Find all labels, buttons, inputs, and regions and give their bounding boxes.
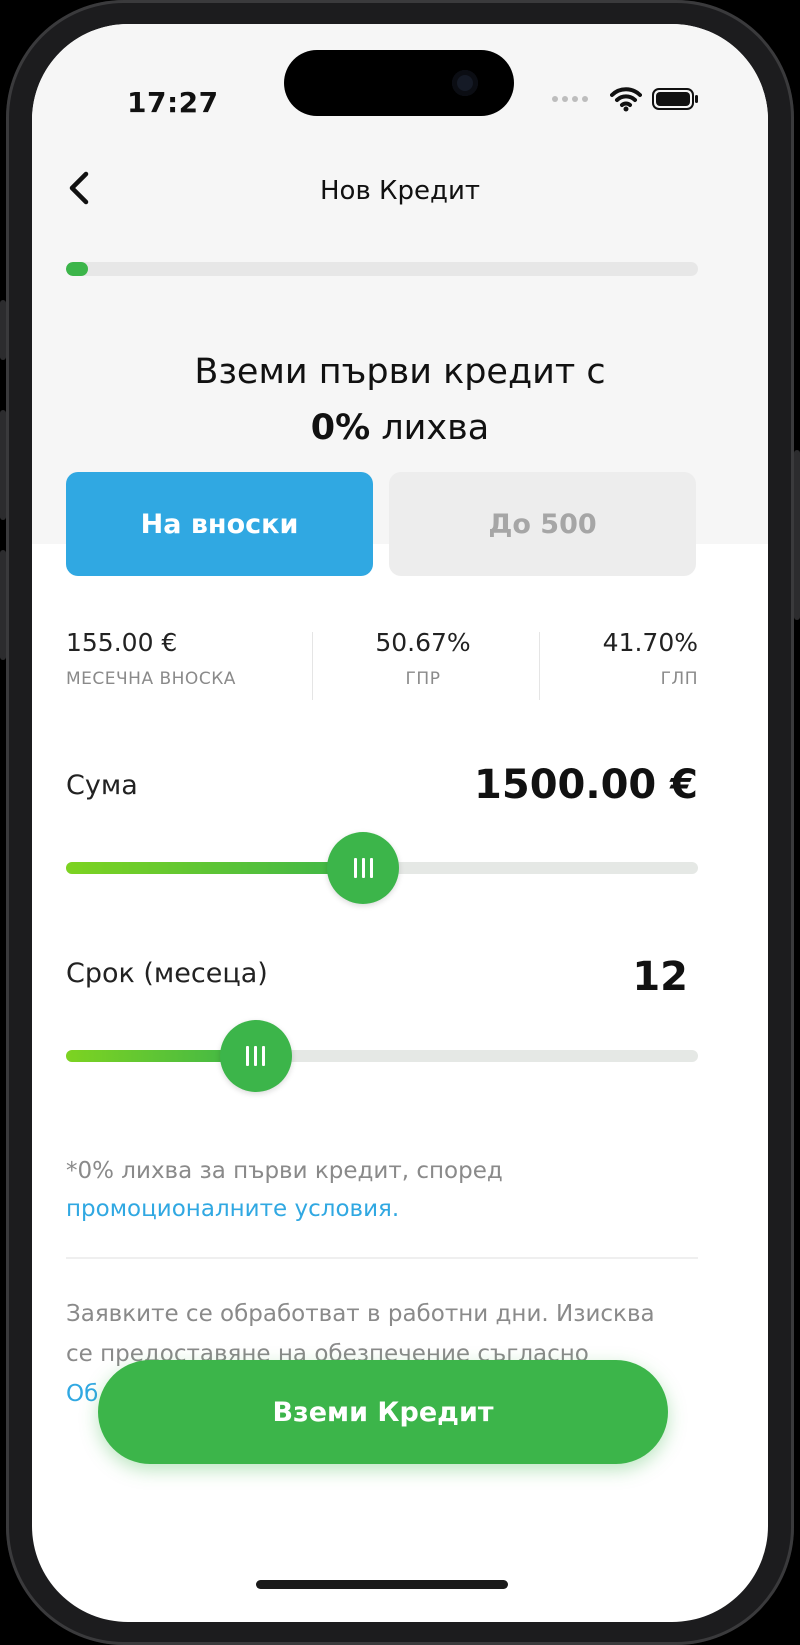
term-slider-thumb[interactable] <box>219 1020 292 1092</box>
promo-note: *0% лихва за първи кредит, според промоц… <box>66 1152 716 1228</box>
info-line-1: Заявките се обработват в работни дни. Из… <box>66 1301 655 1327</box>
term-slider[interactable] <box>66 1020 698 1092</box>
stat-label: ГЛП <box>660 669 698 689</box>
screen: 17:27 Нов Кредит Вземи първи кредит с 0%… <box>32 24 768 1622</box>
headline: Вземи първи кредит с 0% лихва <box>32 344 768 456</box>
page-title: Нов Кредит <box>319 176 481 206</box>
amount-slider-fill <box>66 862 364 874</box>
stat-value: 155.00 € <box>66 628 178 657</box>
camera-icon <box>452 70 478 96</box>
side-button-left-1 <box>0 300 6 360</box>
amount-value: 1500.00 € <box>474 762 698 808</box>
tab-up-to-500[interactable]: До 500 <box>389 472 696 576</box>
stat-label: ГПР <box>405 669 441 689</box>
stat-interest-rate: 41.70% ГЛП <box>603 628 698 708</box>
term-label: Срок (месеца) <box>66 958 268 989</box>
headline-rest: лихва <box>370 408 490 448</box>
promo-note-text: *0% лихва за първи кредит, според <box>66 1158 503 1184</box>
tab-installments[interactable]: На вноски <box>66 472 373 576</box>
grip-icon <box>353 858 373 878</box>
term-value: 12 <box>632 954 688 1000</box>
promo-terms-link[interactable]: промоционалните условия. <box>66 1196 399 1222</box>
battery-icon <box>652 88 698 110</box>
headline-line2: 0% лихва <box>32 400 768 456</box>
status-icons <box>552 84 712 114</box>
stat-value: 41.70% <box>602 628 698 657</box>
progress-bar <box>66 262 698 276</box>
side-button-left-3 <box>0 550 6 660</box>
status-time: 17:27 <box>127 86 219 119</box>
headline-line1: Вземи първи кредит с <box>194 352 606 392</box>
stat-value: 50.67% <box>375 628 471 657</box>
stat-monthly-payment: 155.00 € МЕСЕЧНА ВНОСКА <box>66 628 236 708</box>
dynamic-island <box>284 50 514 116</box>
stat-apr: 50.67% ГПР <box>312 628 534 708</box>
wifi-icon <box>610 87 642 112</box>
amount-label: Сума <box>66 770 138 801</box>
side-button-left-2 <box>0 410 6 520</box>
side-button-right <box>794 450 800 620</box>
home-indicator[interactable] <box>256 1580 508 1589</box>
stat-label: МЕСЕЧНА ВНОСКА <box>66 669 236 689</box>
get-credit-button[interactable]: Вземи Кредит <box>98 1360 668 1464</box>
progress-fill <box>66 262 89 276</box>
amount-slider[interactable] <box>66 832 698 904</box>
divider <box>66 1257 698 1259</box>
loan-stats: 155.00 € МЕСЕЧНА ВНОСКА 50.67% ГПР 41.70… <box>66 628 698 708</box>
amount-slider-thumb[interactable] <box>327 832 400 904</box>
stat-divider <box>539 632 540 700</box>
headline-bold: 0% <box>310 408 371 448</box>
grip-icon <box>246 1046 266 1066</box>
phone-frame: 17:27 Нов Кредит Вземи първи кредит с 0%… <box>0 0 800 1645</box>
